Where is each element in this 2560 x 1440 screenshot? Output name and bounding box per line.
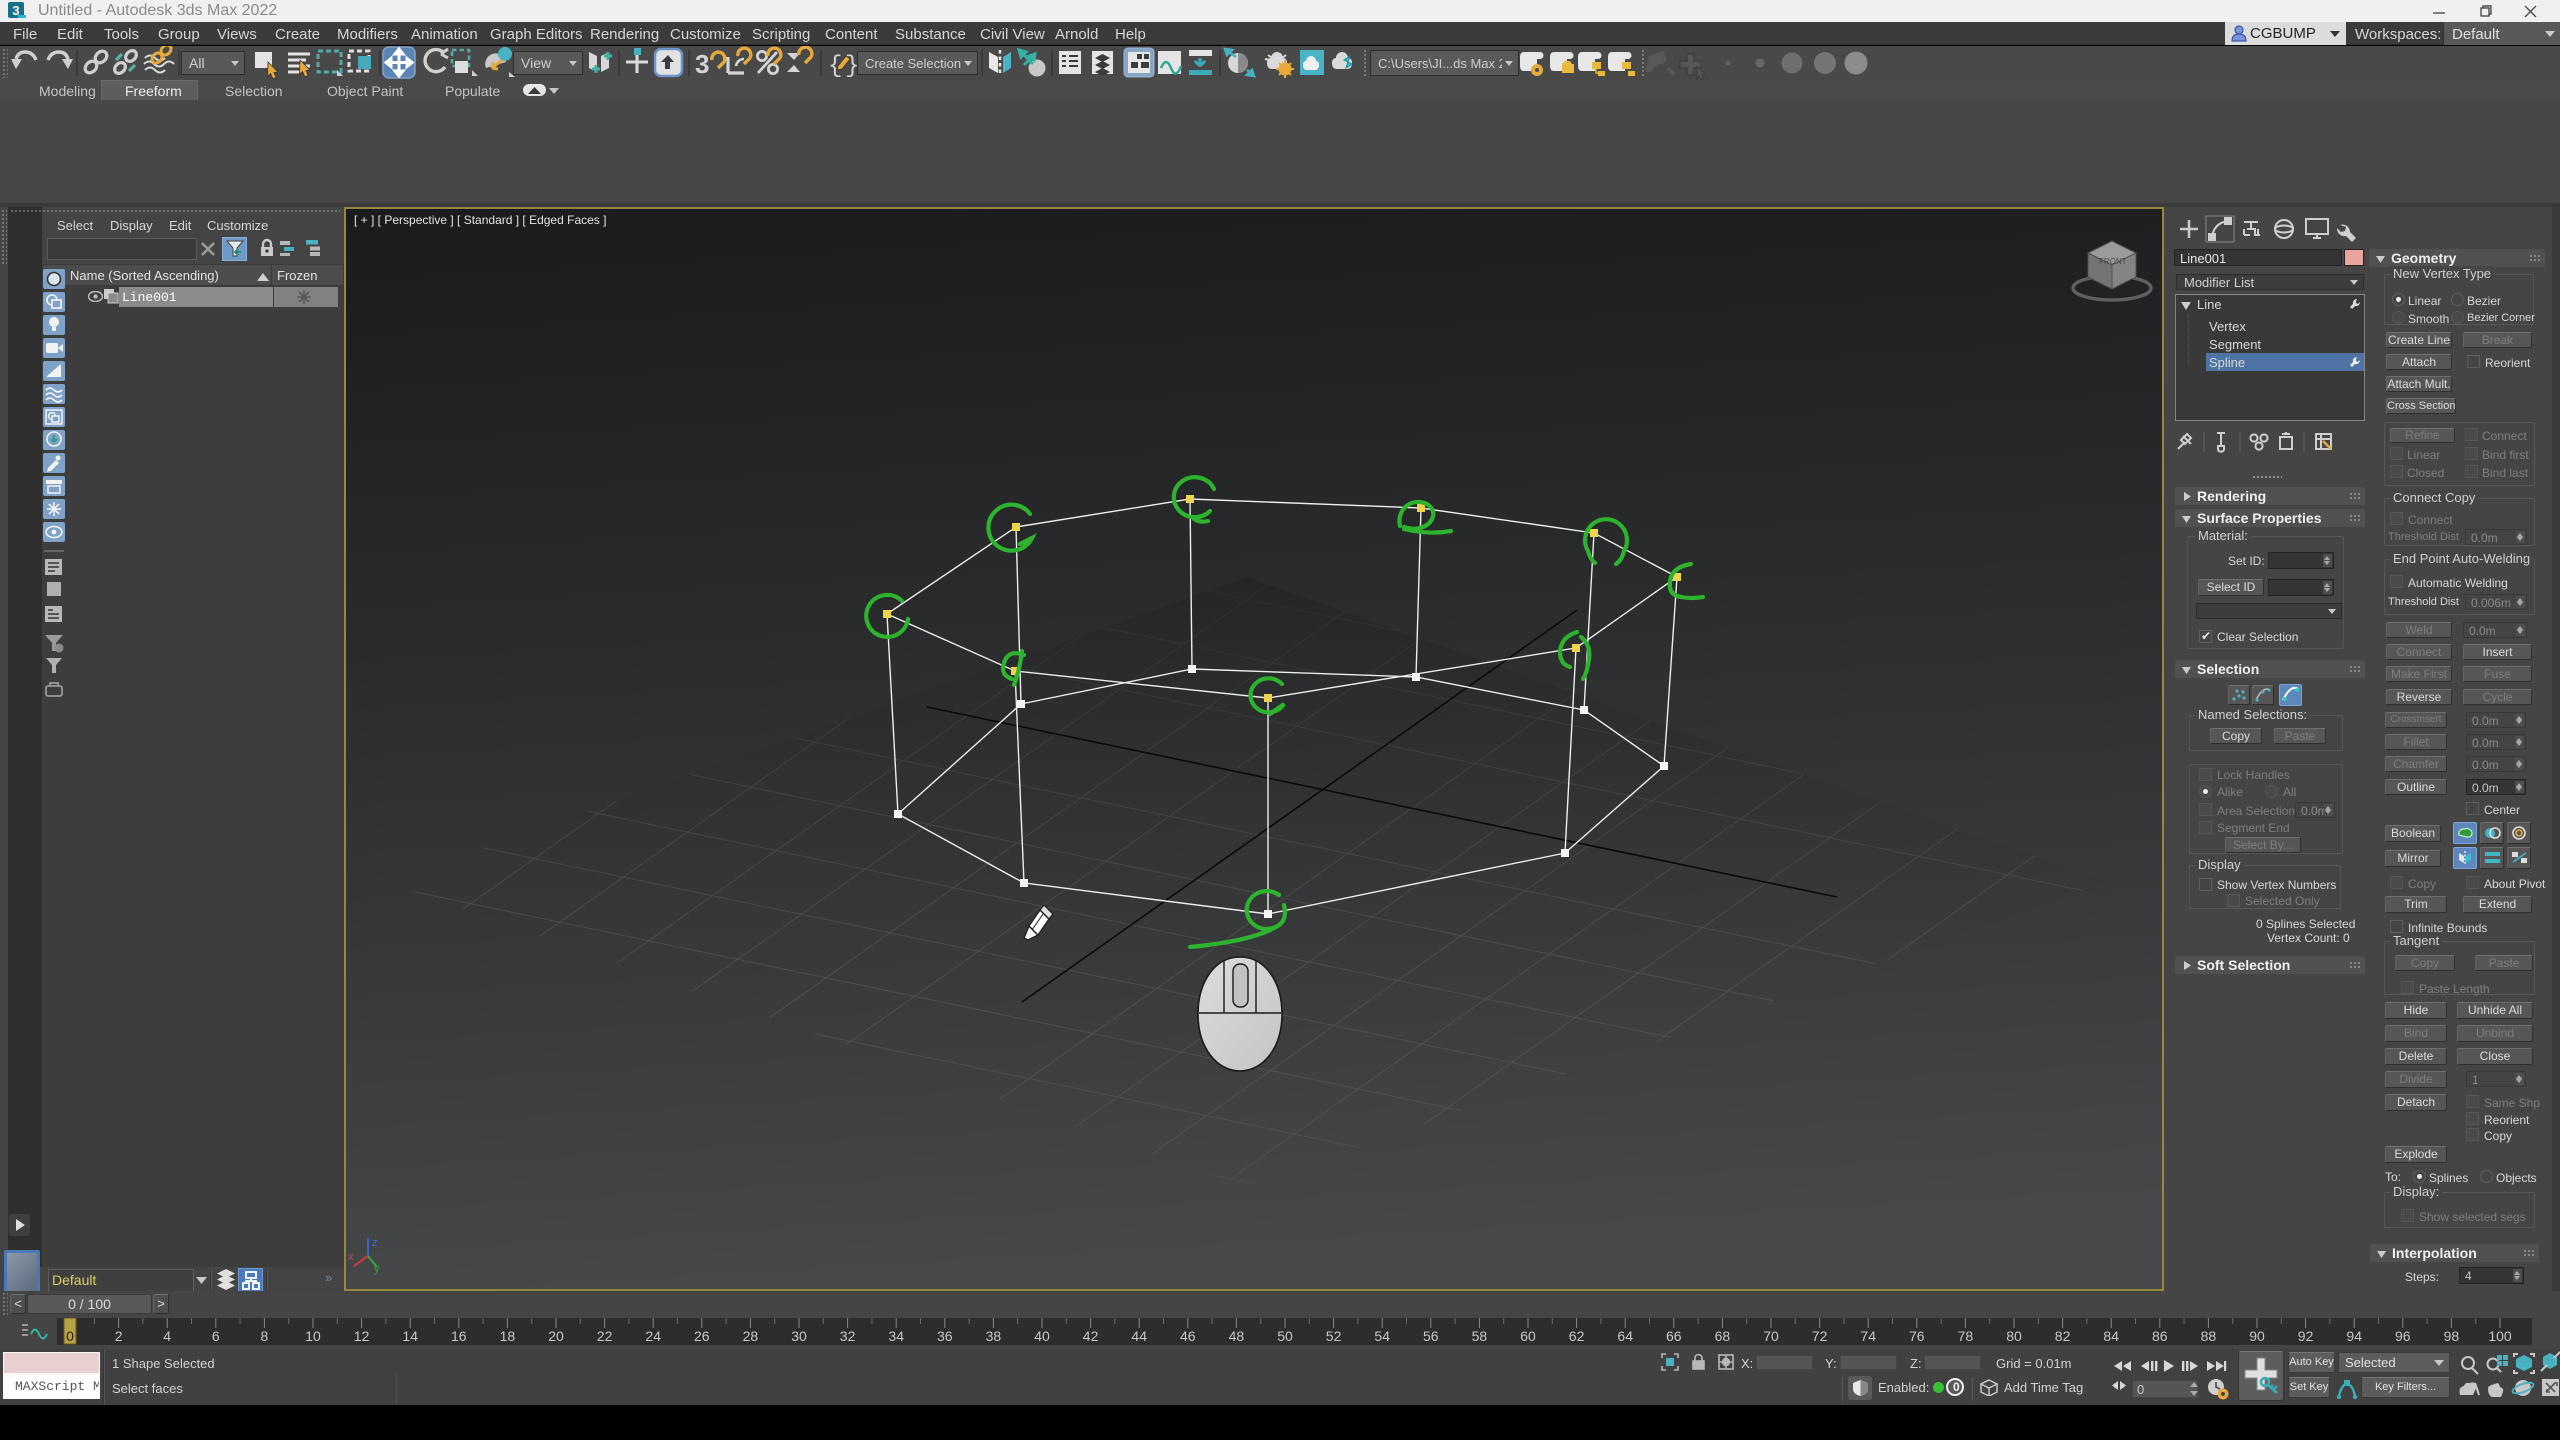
svg-text:76: 76 <box>1909 1328 1925 1344</box>
svg-text:z: z <box>372 1237 378 1249</box>
svg-text:36: 36 <box>937 1328 953 1344</box>
svg-text:86: 86 <box>2152 1328 2168 1344</box>
svg-text:8: 8 <box>261 1328 269 1344</box>
svg-text:98: 98 <box>2444 1328 2460 1344</box>
svg-text:50: 50 <box>1277 1328 1293 1344</box>
svg-text:64: 64 <box>1617 1328 1633 1344</box>
svg-text:28: 28 <box>743 1328 759 1344</box>
svg-text:48: 48 <box>1229 1328 1245 1344</box>
svg-text:FRONT: FRONT <box>2099 257 2127 266</box>
svg-text:44: 44 <box>1131 1328 1147 1344</box>
svg-text:96: 96 <box>2395 1328 2411 1344</box>
svg-text:12: 12 <box>354 1328 370 1344</box>
svg-text:54: 54 <box>1374 1328 1390 1344</box>
svg-text:34: 34 <box>888 1328 904 1344</box>
svg-text:68: 68 <box>1715 1328 1731 1344</box>
svg-text:0: 0 <box>66 1328 74 1344</box>
svg-text:56: 56 <box>1423 1328 1439 1344</box>
svg-text:90: 90 <box>2249 1328 2265 1344</box>
svg-text:3: 3 <box>695 49 709 79</box>
svg-text:2: 2 <box>115 1328 123 1344</box>
svg-text:40: 40 <box>1034 1328 1050 1344</box>
svg-text:6: 6 <box>212 1328 220 1344</box>
svg-text:94: 94 <box>2346 1328 2362 1344</box>
svg-text:58: 58 <box>1472 1328 1488 1344</box>
svg-text:62: 62 <box>1569 1328 1585 1344</box>
svg-text:42: 42 <box>1083 1328 1099 1344</box>
svg-text:78: 78 <box>1958 1328 1974 1344</box>
svg-text:16: 16 <box>451 1328 467 1344</box>
svg-text:14: 14 <box>402 1328 418 1344</box>
svg-text:100: 100 <box>2488 1328 2512 1344</box>
svg-text:60: 60 <box>1520 1328 1536 1344</box>
svg-text:x: x <box>348 1251 354 1263</box>
svg-text:24: 24 <box>645 1328 661 1344</box>
svg-text:70: 70 <box>1763 1328 1779 1344</box>
svg-text:88: 88 <box>2201 1328 2217 1344</box>
svg-text:84: 84 <box>2103 1328 2119 1344</box>
svg-text:22: 22 <box>597 1328 613 1344</box>
svg-text:92: 92 <box>2298 1328 2314 1344</box>
svg-text:38: 38 <box>986 1328 1002 1344</box>
svg-text:82: 82 <box>2055 1328 2071 1344</box>
svg-text:66: 66 <box>1666 1328 1682 1344</box>
svg-text:30: 30 <box>791 1328 807 1344</box>
svg-text:4: 4 <box>163 1328 171 1344</box>
svg-text:20: 20 <box>548 1328 564 1344</box>
svg-text:46: 46 <box>1180 1328 1196 1344</box>
svg-text:80: 80 <box>2006 1328 2022 1344</box>
svg-text:74: 74 <box>1860 1328 1876 1344</box>
svg-text:18: 18 <box>500 1328 516 1344</box>
svg-text:10: 10 <box>305 1328 321 1344</box>
svg-text:y: y <box>374 1263 380 1275</box>
svg-text:26: 26 <box>694 1328 710 1344</box>
svg-text:32: 32 <box>840 1328 856 1344</box>
svg-text:72: 72 <box>1812 1328 1828 1344</box>
svg-text:52: 52 <box>1326 1328 1342 1344</box>
